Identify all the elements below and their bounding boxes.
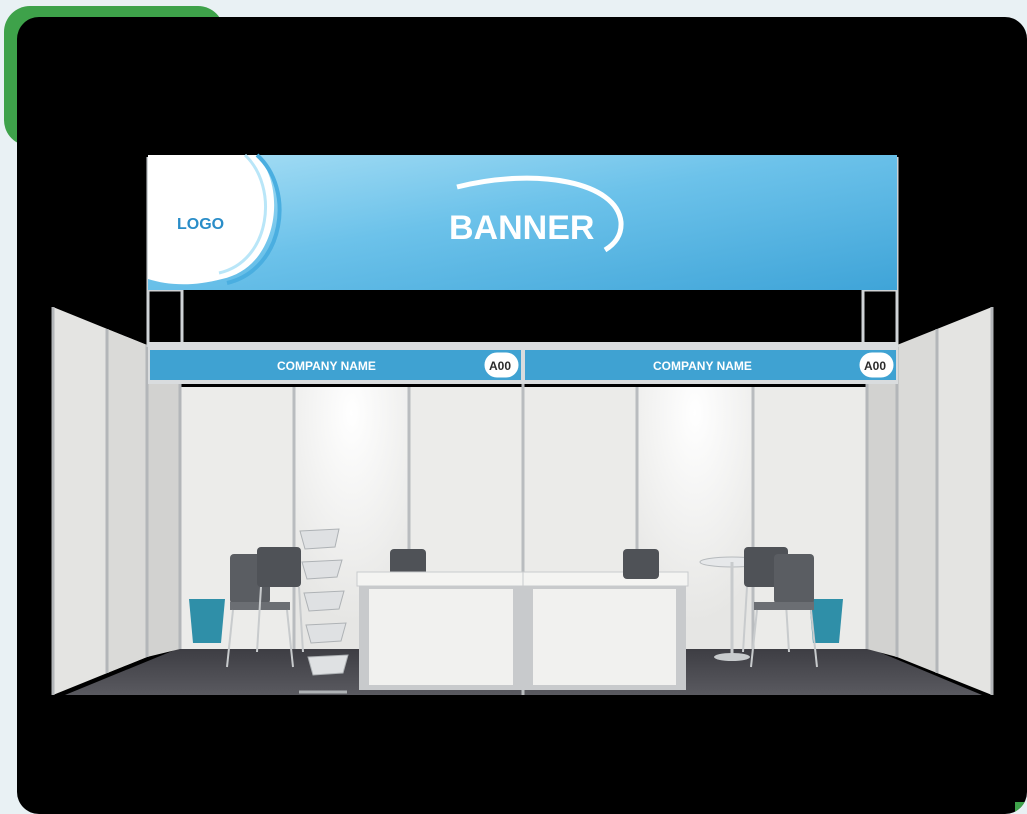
booth-render: LOGO BANNER COMPANY NAME A00 COMPANY NAM… bbox=[51, 153, 994, 695]
counter-left bbox=[356, 571, 524, 690]
fascia-left-company: COMPANY NAME bbox=[277, 359, 376, 373]
fascia-right-company: COMPANY NAME bbox=[653, 359, 752, 373]
chair-right-1 bbox=[623, 549, 659, 579]
banner-title: BANNER bbox=[449, 209, 594, 247]
corner-accent-bottom bbox=[1015, 802, 1027, 814]
waste-bin-left bbox=[189, 599, 225, 643]
logo-text: LOGO bbox=[177, 216, 224, 233]
counter-right bbox=[522, 571, 689, 690]
render-frame: LOGO BANNER COMPANY NAME A00 COMPANY NAM… bbox=[17, 17, 1027, 814]
fascia-left-booth: A00 bbox=[489, 359, 511, 373]
fascia-right-booth: A00 bbox=[864, 359, 886, 373]
